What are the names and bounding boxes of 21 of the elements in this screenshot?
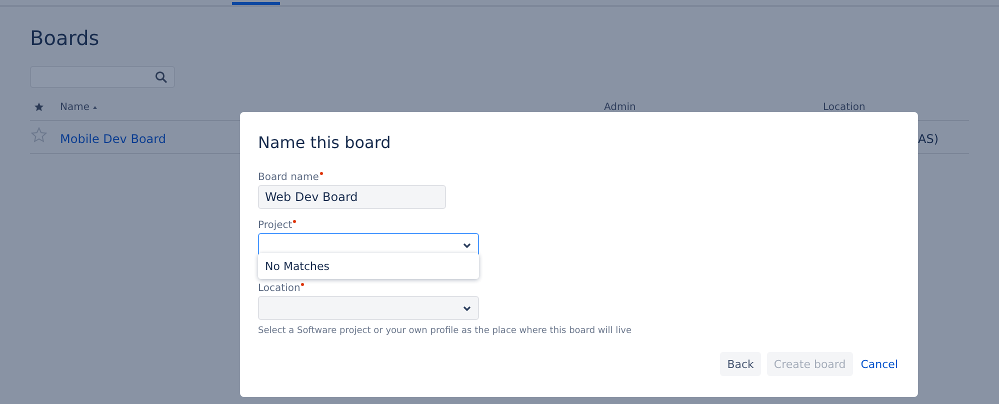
dropdown-message: No Matches <box>265 260 330 272</box>
field-label: Location <box>258 283 304 295</box>
search-field[interactable] <box>30 66 175 88</box>
column-header[interactable]: Location <box>823 102 866 112</box>
tab-indicator <box>232 2 280 5</box>
field-label: Board name <box>258 172 323 184</box>
field-label: Project <box>258 220 296 232</box>
dialog-title: Name this board <box>258 132 392 154</box>
text-field[interactable]: Web Dev Board <box>258 185 446 209</box>
page-title: Boards <box>30 25 100 51</box>
chevron-icon <box>463 242 471 248</box>
chevron-icon <box>463 306 471 310</box>
search-icon <box>155 71 167 83</box>
table-cell: AS) <box>918 132 939 146</box>
help-text: Select a Software project or your own profile as the place where this board will live <box>258 326 633 336</box>
board-link[interactable]: Mobile Dev Board <box>60 132 166 146</box>
star-icon <box>34 102 44 112</box>
column-header[interactable]: Name <box>60 102 97 112</box>
cancel-link[interactable]: Cancel <box>858 358 900 370</box>
column-header[interactable]: Admin <box>604 102 636 112</box>
dialog-button[interactable]: Back <box>720 352 761 376</box>
